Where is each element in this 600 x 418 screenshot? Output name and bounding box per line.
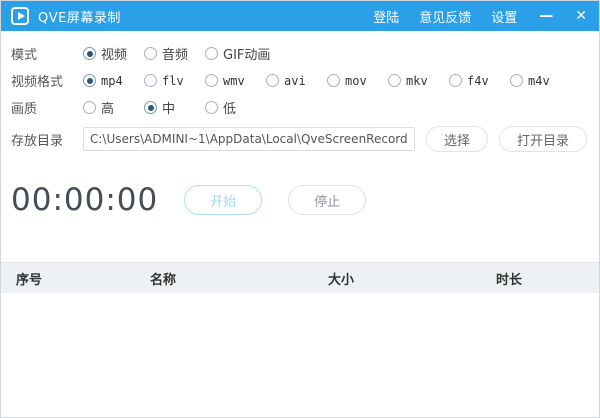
radio-label: mkv — [406, 74, 428, 88]
close-button[interactable]: ✕ — [575, 9, 587, 23]
format-option-wmv[interactable]: wmv — [205, 74, 252, 88]
format-label: 视频格式 — [11, 71, 83, 90]
feedback-link[interactable]: 意见反馈 — [419, 7, 471, 26]
start-button[interactable]: 开始 — [184, 185, 262, 215]
directory-row: 存放目录 选择 打开目录 — [11, 123, 589, 155]
mode-label: 模式 — [11, 44, 83, 63]
app-window: QVE屏幕录制 登陆 意见反馈 设置 — ✕ 模式 视频 音频 GIF动画 — [0, 0, 600, 418]
radio-icon — [327, 74, 340, 87]
mode-row: 模式 视频 音频 GIF动画 — [11, 40, 589, 67]
directory-label: 存放目录 — [11, 130, 83, 149]
radio-icon — [266, 74, 279, 87]
radio-label: 低 — [223, 98, 236, 117]
recorder-controls: 00:00:00 开始 停止 — [1, 182, 599, 218]
radio-label: f4v — [467, 74, 489, 88]
radio-label: wmv — [223, 74, 245, 88]
settings-link[interactable]: 设置 — [491, 7, 517, 26]
radio-label: avi — [284, 74, 306, 88]
radio-label: GIF动画 — [223, 44, 270, 63]
format-row: 视频格式 mp4 flv wmv avi mov — [11, 67, 589, 94]
select-directory-button[interactable]: 选择 — [426, 126, 488, 152]
settings-form: 模式 视频 音频 GIF动画 视频格式 mp4 flv — [1, 31, 599, 155]
radio-label: m4v — [528, 74, 550, 88]
open-directory-button[interactable]: 打开目录 — [499, 126, 587, 152]
radio-icon — [83, 47, 96, 60]
format-option-flv[interactable]: flv — [144, 74, 191, 88]
stop-button[interactable]: 停止 — [288, 185, 366, 215]
radio-label: 中 — [162, 98, 175, 117]
column-header-duration: 时长 — [496, 269, 599, 288]
radio-label: mov — [345, 74, 367, 88]
radio-icon — [449, 74, 462, 87]
format-option-m4v[interactable]: m4v — [510, 74, 557, 88]
directory-input[interactable] — [83, 127, 415, 151]
format-option-f4v[interactable]: f4v — [449, 74, 496, 88]
radio-icon — [144, 47, 157, 60]
format-option-mkv[interactable]: mkv — [388, 74, 435, 88]
column-header-size: 大小 — [328, 269, 496, 288]
mode-option-gif[interactable]: GIF动画 — [205, 44, 270, 63]
format-option-mov[interactable]: mov — [327, 74, 374, 88]
radio-icon — [205, 47, 218, 60]
radio-label: 视频 — [101, 44, 127, 63]
quality-label: 画质 — [11, 98, 83, 117]
radio-label: flv — [162, 74, 184, 88]
radio-icon — [83, 101, 96, 114]
mode-option-video[interactable]: 视频 — [83, 44, 130, 63]
minimize-button[interactable]: — — [539, 9, 553, 23]
radio-icon — [83, 74, 96, 87]
format-option-mp4[interactable]: mp4 — [83, 74, 130, 88]
radio-icon — [205, 101, 218, 114]
radio-icon — [388, 74, 401, 87]
radio-icon — [205, 74, 218, 87]
app-title: QVE屏幕录制 — [38, 7, 121, 26]
recording-timer: 00:00:00 — [11, 182, 158, 218]
quality-option-high[interactable]: 高 — [83, 98, 130, 117]
quality-row: 画质 高 中 低 — [11, 94, 589, 121]
table-body — [1, 293, 599, 417]
radio-label: 高 — [101, 98, 114, 117]
play-icon — [18, 12, 25, 20]
recordings-table: 序号 名称 大小 时长 — [1, 262, 599, 417]
titlebar: QVE屏幕录制 登陆 意见反馈 设置 — ✕ — [1, 1, 599, 31]
login-link[interactable]: 登陆 — [373, 7, 399, 26]
column-header-name: 名称 — [150, 269, 328, 288]
app-logo-icon — [11, 7, 29, 25]
table-header-row: 序号 名称 大小 时长 — [1, 262, 599, 293]
radio-icon — [144, 101, 157, 114]
radio-label: mp4 — [101, 74, 123, 88]
format-option-avi[interactable]: avi — [266, 74, 313, 88]
radio-icon — [144, 74, 157, 87]
radio-icon — [510, 74, 523, 87]
quality-option-medium[interactable]: 中 — [144, 98, 191, 117]
column-header-index: 序号 — [16, 269, 150, 288]
mode-option-audio[interactable]: 音频 — [144, 44, 191, 63]
quality-option-low[interactable]: 低 — [205, 98, 252, 117]
radio-label: 音频 — [162, 44, 188, 63]
